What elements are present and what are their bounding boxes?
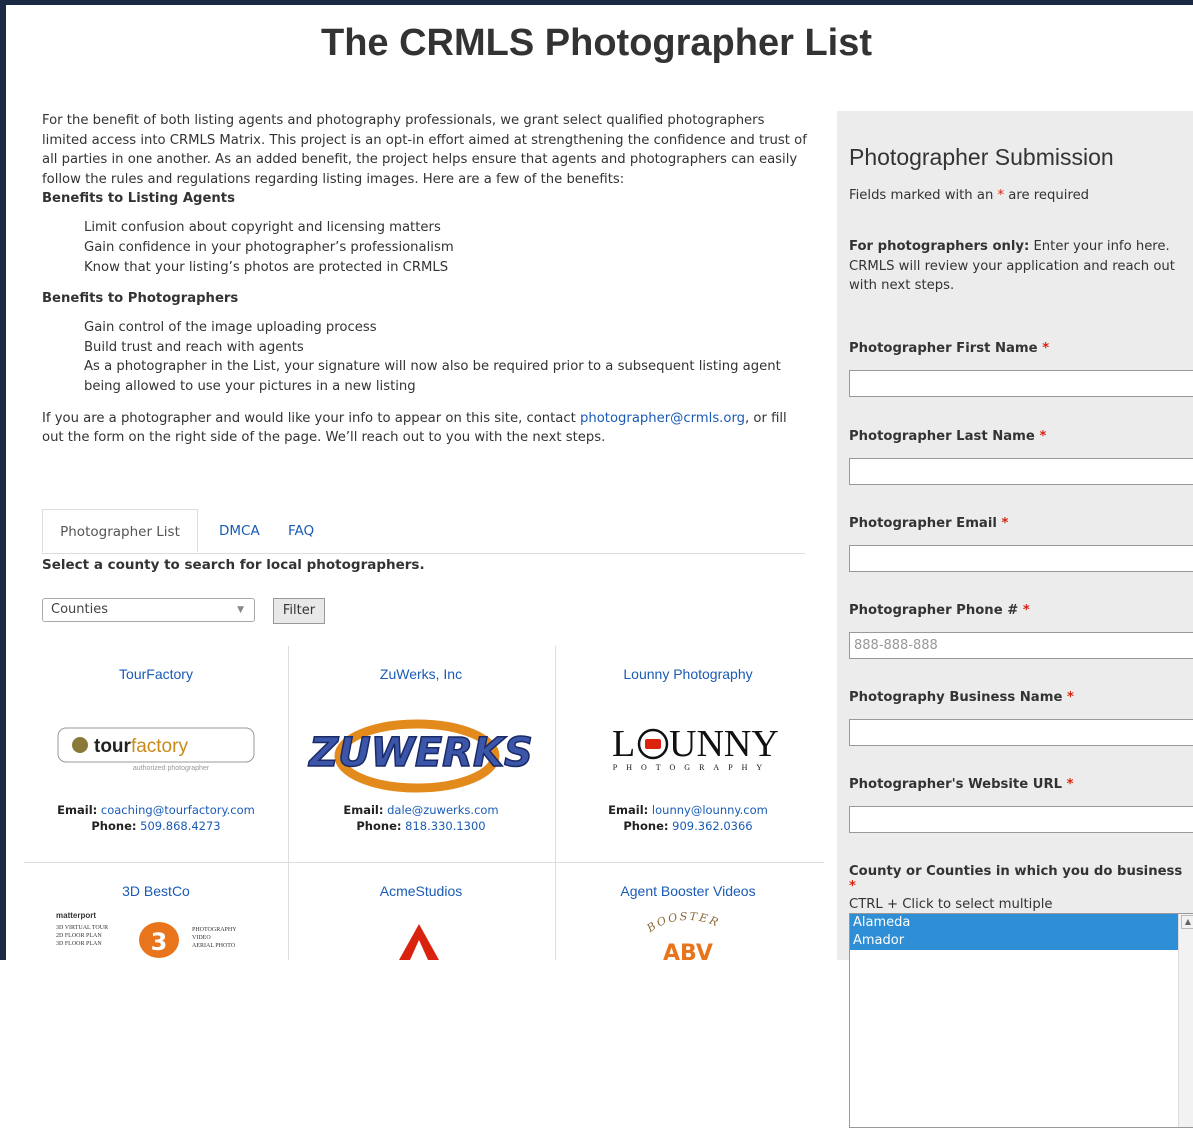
photographer-card: 3D BestCo: [24, 883, 288, 899]
agents-benefits-list: Limit confusion about copyright and lice…: [42, 208, 812, 289]
svg-text:2D FLOOR PLAN: 2D FLOOR PLAN: [56, 933, 102, 939]
photographers-benefits-list: Gain control of the image uploading proc…: [42, 308, 812, 408]
form-intro: For photographers only: Enter your info …: [849, 239, 1175, 294]
intro-section: For the benefit of both listing agents a…: [42, 111, 812, 448]
website-url-field[interactable]: [849, 806, 1193, 833]
phone-link[interactable]: 509.868.4273: [140, 819, 220, 833]
filter-button[interactable]: Filter: [273, 598, 325, 624]
business-name-field[interactable]: [849, 719, 1193, 746]
photographer-name[interactable]: Lounny Photography: [556, 666, 820, 682]
website-url-label: Photographer's Website URL *: [849, 777, 1074, 792]
scrollbar[interactable]: ▲: [1178, 914, 1193, 1127]
phone-label: Phone:: [91, 819, 137, 833]
svg-text:L: L: [612, 724, 635, 765]
tab-bar: Photographer List DMCA FAQ: [42, 509, 805, 554]
intro-paragraph: For the benefit of both listing agents a…: [42, 113, 807, 187]
svg-text:3D FLOOR PLAN: 3D FLOOR PLAN: [56, 941, 102, 947]
county-label: County or Counties in which you do busin…: [849, 864, 1183, 894]
photographer-grid: TourFactory Email: coaching@tourfactory.…: [24, 646, 824, 966]
photographer-contact: Email: lounny@lounny.com Phone: 909.362.…: [556, 802, 820, 834]
last-name-label: Photographer Last Name *: [849, 429, 1047, 444]
contact-paragraph: If you are a photographer and would like…: [42, 409, 812, 448]
email-field[interactable]: [849, 545, 1193, 572]
svg-text:VIDEO: VIDEO: [192, 935, 211, 941]
phone-label: Photographer Phone # *: [849, 603, 1030, 618]
list-item: Build trust and reach with agents: [84, 339, 304, 355]
tourfactory-logo: tourfactory authorized photographer: [24, 722, 288, 776]
svg-text:AERIAL PHOTO: AERIAL PHOTO: [192, 943, 236, 949]
first-name-label: Photographer First Name *: [849, 341, 1050, 356]
lounny-logo: L UNNY PHOTOGRAPHY: [556, 723, 820, 778]
svg-text:BOOSTER: BOOSTER: [644, 910, 722, 936]
contact-text: If you are a photographer and would like…: [42, 410, 580, 426]
svg-text:3D VIRTUAL TOUR: 3D VIRTUAL TOUR: [56, 925, 108, 931]
svg-text:ABV: ABV: [663, 941, 713, 960]
svg-text:authorized photographer: authorized photographer: [133, 765, 210, 772]
grid-divider: [24, 862, 824, 863]
svg-text:UNNY: UNNY: [669, 724, 779, 765]
first-name-field[interactable]: [849, 370, 1193, 397]
photographer-name[interactable]: Agent Booster Videos: [556, 883, 820, 899]
email-label: Email:: [608, 803, 649, 817]
svg-text:3: 3: [151, 928, 168, 956]
email-link[interactable]: dale@zuwerks.com: [387, 803, 499, 817]
submission-form: Photographer Submission Fields marked wi…: [837, 111, 1193, 1128]
agents-benefits-heading: Benefits to Listing Agents: [42, 191, 235, 207]
list-item: Know that your listing’s photos are prot…: [84, 259, 449, 275]
page-title: The CRMLS Photographer List: [321, 22, 872, 64]
phone-field[interactable]: 888-888-888: [849, 632, 1193, 659]
chevron-up-icon[interactable]: ▲: [1181, 915, 1193, 929]
county-search-heading: Select a county to search for local phot…: [42, 557, 425, 573]
photographer-name[interactable]: 3D BestCo: [24, 883, 288, 899]
list-item: Gain control of the image uploading proc…: [84, 320, 377, 336]
zuwerks-logo: ZUWERKS: [289, 696, 553, 800]
required-note: Fields marked with an * are required: [849, 188, 1090, 203]
form-title: Photographer Submission: [849, 144, 1114, 170]
county-select-value: Counties: [51, 602, 108, 617]
list-item: Gain confidence in your photographer’s p…: [84, 239, 454, 255]
photographer-name[interactable]: TourFactory: [24, 666, 288, 682]
county-hint: CTRL + Click to select multiple: [849, 897, 1053, 912]
last-name-field[interactable]: [849, 458, 1193, 485]
photographer-card: Agent Booster Videos: [556, 883, 820, 899]
svg-text:ZUWERKS: ZUWERKS: [307, 730, 533, 776]
phone-link[interactable]: 909.362.0366: [672, 819, 752, 833]
list-item: Limit confusion about copyright and lice…: [84, 220, 441, 236]
county-listbox[interactable]: Alameda Amador ▲: [849, 913, 1193, 1128]
email-label: Email:: [343, 803, 384, 817]
county-option[interactable]: Alameda: [850, 914, 1180, 932]
photographers-benefits-heading: Benefits to Photographers: [42, 291, 239, 307]
photographer-contact: Email: coaching@tourfactory.com Phone: 5…: [24, 802, 288, 834]
list-item: As a photographer in the List, your sign…: [84, 359, 781, 394]
county-option[interactable]: Amador: [850, 932, 1180, 950]
svg-text:matterport: matterport: [56, 911, 96, 920]
phone-link[interactable]: 818.330.1300: [405, 819, 485, 833]
business-name-label: Photography Business Name *: [849, 690, 1074, 705]
contact-email-link[interactable]: photographer@crmls.org: [580, 411, 745, 426]
email-link[interactable]: lounny@lounny.com: [652, 803, 768, 817]
photographer-name[interactable]: AcmeStudios: [289, 883, 553, 899]
phone-label: Phone:: [356, 819, 402, 833]
svg-text:PHOTOGRAPHY: PHOTOGRAPHY: [192, 927, 237, 933]
phone-label: Phone:: [623, 819, 669, 833]
photographer-name[interactable]: ZuWerks, Inc: [289, 666, 553, 682]
county-select[interactable]: Counties ▼: [42, 598, 255, 622]
svg-text:tourfactory: tourfactory: [94, 736, 188, 757]
email-label: Photographer Email *: [849, 516, 1009, 531]
email-link[interactable]: coaching@tourfactory.com: [101, 803, 255, 817]
acmestudios-logo: [289, 918, 553, 964]
3d-bestco-logo: matterport 3D VIRTUAL TOUR 2D FLOOR PLAN…: [44, 910, 308, 964]
photographer-card: AcmeStudios: [289, 883, 553, 899]
chevron-down-icon: ▼: [237, 605, 244, 615]
tab-faq[interactable]: FAQ: [288, 509, 314, 553]
tab-dmca[interactable]: DMCA: [219, 509, 260, 553]
agent-booster-logo: BOOSTER ABV: [556, 906, 820, 966]
svg-text:PHOTOGRAPHY: PHOTOGRAPHY: [613, 763, 771, 772]
photographer-contact: Email: dale@zuwerks.com Phone: 818.330.1…: [289, 802, 553, 834]
email-label: Email:: [57, 803, 98, 817]
tab-photographer-list[interactable]: Photographer List: [42, 509, 198, 553]
